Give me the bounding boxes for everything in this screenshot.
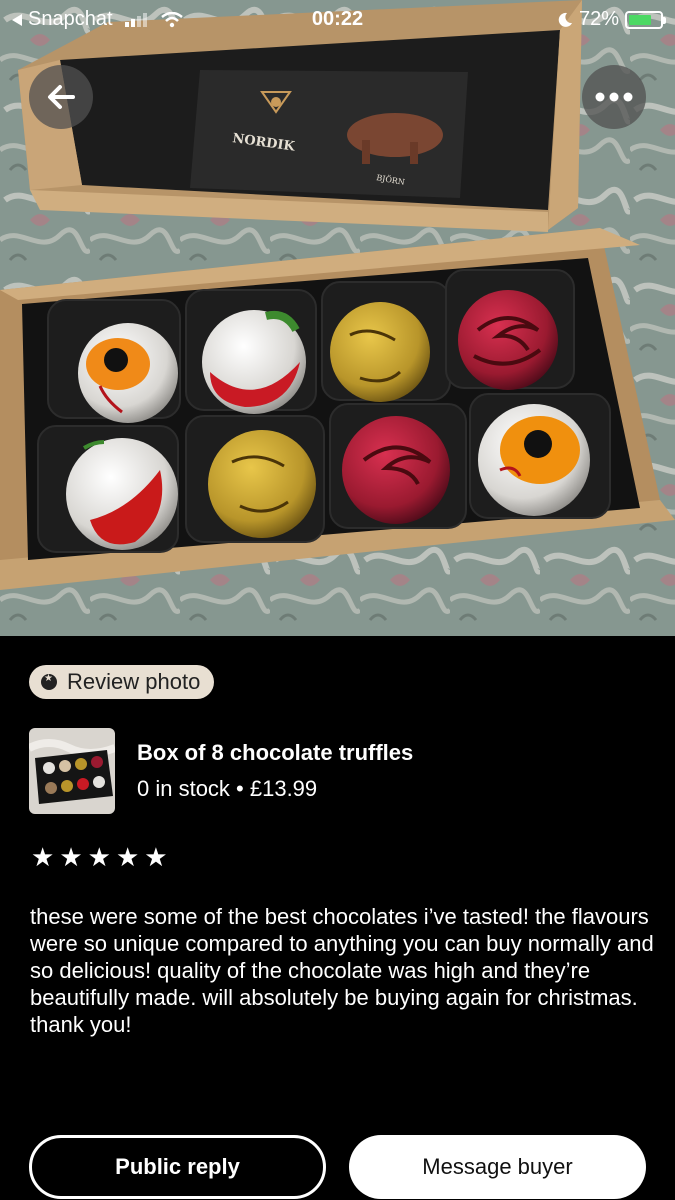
status-bar: Snapchat 00:22 72% bbox=[0, 0, 675, 38]
public-reply-button[interactable]: Public reply bbox=[29, 1135, 326, 1199]
more-options-button[interactable] bbox=[582, 65, 646, 129]
back-button[interactable] bbox=[29, 65, 93, 129]
star-icon: ★ bbox=[115, 843, 140, 873]
star-rating: ★ ★ ★ ★ ★ bbox=[31, 843, 168, 873]
arrow-left-icon bbox=[48, 85, 75, 109]
star-icon: ★ bbox=[31, 843, 55, 873]
review-photo-badge: Review photo bbox=[29, 665, 215, 699]
badge-label: Review photo bbox=[67, 669, 201, 694]
more-horizontal-icon bbox=[595, 92, 633, 102]
review-star-icon bbox=[41, 673, 57, 690]
product-stock-price: 0 in stock • £13.99 bbox=[137, 776, 318, 801]
chocolate-box-image: NORDIK BJÖRN bbox=[0, 0, 675, 636]
star-icon: ★ bbox=[144, 843, 168, 873]
star-icon: ★ bbox=[87, 843, 111, 873]
battery-icon bbox=[625, 10, 666, 29]
star-icon: ★ bbox=[59, 843, 83, 873]
moon-icon bbox=[558, 12, 572, 27]
message-buyer-button[interactable]: Message buyer bbox=[349, 1135, 646, 1199]
product-thumbnail[interactable] bbox=[29, 728, 115, 814]
battery-percentage: 72% bbox=[578, 8, 619, 30]
product-title[interactable]: Box of 8 chocolate truffles bbox=[137, 740, 413, 766]
review-photo: NORDIK BJÖRN bbox=[0, 0, 675, 636]
review-text: these were some of the best chocolates i… bbox=[30, 904, 654, 1037]
product-summary[interactable]: Box of 8 chocolate truffles 0 in stock •… bbox=[29, 728, 649, 814]
